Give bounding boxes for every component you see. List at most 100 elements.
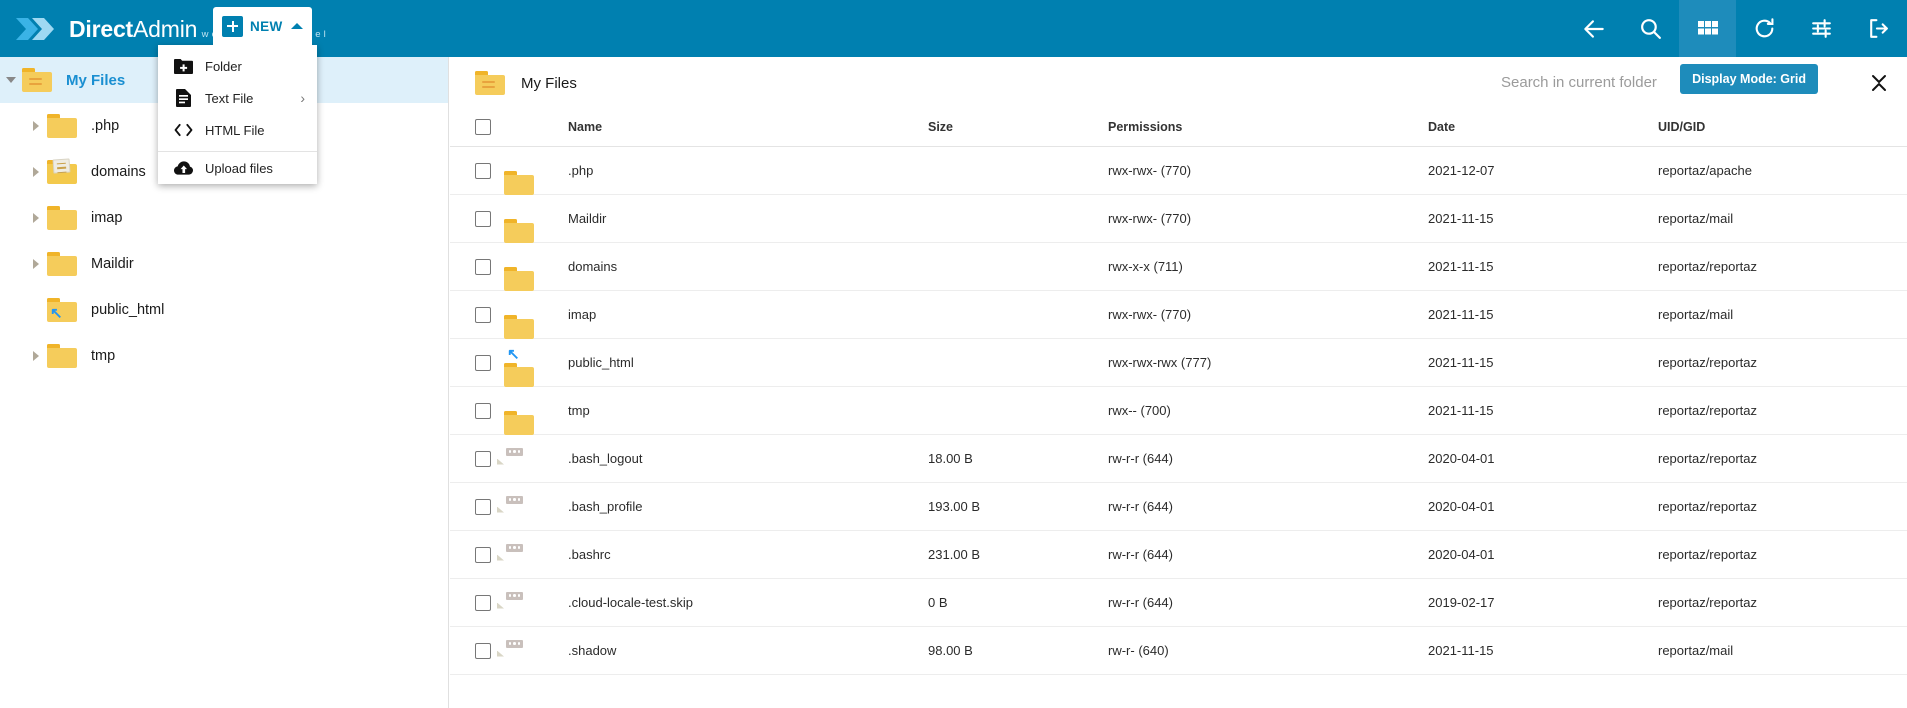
dropdown-item-label: Folder (205, 58, 242, 74)
row-icon-cell (504, 194, 568, 243)
row-uidgid: reportaz/mail (1658, 290, 1907, 339)
chevron-right-icon[interactable] (25, 259, 47, 269)
table-row[interactable]: tmp rwx-- (700) 2021-11-15 reportaz/reporta… (450, 386, 1907, 435)
row-name[interactable]: .bash_logout (568, 434, 928, 483)
folder-icon (47, 114, 81, 138)
row-date: 2020-04-01 (1428, 530, 1658, 579)
table-row[interactable]: .php rwx-rwx- (770) 2021-12-07 reportaz/apa… (450, 146, 1907, 195)
row-permissions: rw-r-r (644) (1108, 434, 1428, 483)
row-icon-cell (504, 290, 568, 339)
back-arrow-icon[interactable] (1565, 0, 1622, 57)
select-all-checkbox[interactable] (475, 119, 491, 135)
directadmin-chevrons-icon (14, 12, 60, 46)
row-checkbox[interactable] (475, 306, 491, 323)
row-permissions: rwx-rwx-rwx (777) (1108, 338, 1428, 387)
folder-icon (47, 344, 81, 368)
row-permissions: rwx-rwx- (770) (1108, 194, 1428, 243)
row-name[interactable]: Maildir (568, 194, 928, 243)
row-checkbox[interactable] (475, 594, 491, 611)
row-checkbox[interactable] (475, 450, 491, 467)
row-permissions: rwx-rwx- (770) (1108, 290, 1428, 339)
sidebar-item-maildir[interactable]: Maildir (0, 241, 448, 287)
row-name[interactable]: domains (568, 242, 928, 291)
row-name[interactable]: public_html (568, 338, 928, 387)
table-row[interactable]: imap rwx-rwx- (770) 2021-11-15 reportaz/mai… (450, 290, 1907, 339)
row-name[interactable]: .bash_profile (568, 482, 928, 531)
row-checkbox[interactable] (475, 210, 491, 227)
row-date: 2021-11-15 (1428, 338, 1658, 387)
row-name[interactable]: tmp (568, 386, 928, 435)
collapse-chevrons-icon[interactable] (1865, 69, 1893, 97)
table-row[interactable]: Maildir rwx-rwx- (770) 2021-11-15 reportaz/… (450, 194, 1907, 243)
row-checkbox[interactable] (475, 402, 491, 419)
table-row[interactable]: domains rwx-x-x (711) 2021-11-15 reportaz/r… (450, 242, 1907, 291)
row-size (928, 386, 1108, 435)
sidebar-item-imap[interactable]: imap (0, 195, 448, 241)
table-row[interactable]: .cloud-locale-test.skip 0 Brw-r-r (644) 20… (450, 578, 1907, 627)
row-uidgid: reportaz/reportaz (1658, 434, 1907, 483)
row-checkbox[interactable] (475, 354, 491, 371)
row-uidgid: reportaz/mail (1658, 194, 1907, 243)
dropdown-item-folder[interactable]: Folder (158, 50, 317, 82)
sidebar-item-label: My Files (66, 71, 126, 89)
row-date: 2021-11-15 (1428, 194, 1658, 243)
column-header-size[interactable]: Size (928, 109, 1108, 147)
row-size (928, 146, 1108, 195)
logout-icon[interactable] (1850, 0, 1907, 57)
row-size: 231.00 B (928, 530, 1108, 579)
file-table: Name Size Permissions Date UID/GID .php r… (450, 109, 1907, 675)
column-header-name[interactable]: Name (568, 109, 928, 147)
row-uidgid: reportaz/reportaz (1658, 530, 1907, 579)
row-checkbox[interactable] (475, 498, 491, 515)
new-button-label: NEW (250, 18, 283, 34)
folder-icon (47, 206, 81, 230)
dropdown-item-html-file[interactable]: HTML File (158, 114, 317, 146)
row-name[interactable]: .bashrc (568, 530, 928, 579)
row-name[interactable]: imap (568, 290, 928, 339)
grid-view-icon[interactable] (1679, 0, 1736, 57)
chevron-right-icon[interactable] (25, 213, 47, 223)
chevron-right-icon[interactable] (25, 351, 47, 361)
row-checkbox[interactable] (475, 642, 491, 659)
table-row[interactable]: .bashrc 231.00 Brw-r-r (644) 2020-04-01 rep… (450, 530, 1907, 579)
row-icon-cell (504, 242, 568, 291)
dropdown-item-text-file[interactable]: Text File › (158, 82, 317, 114)
row-permissions: rw-r-r (644) (1108, 578, 1428, 627)
code-brackets-icon (174, 121, 193, 140)
settings-sliders-icon[interactable] (1793, 0, 1850, 57)
row-icon-cell (497, 578, 568, 627)
row-uidgid: reportaz/apache (1658, 146, 1907, 195)
column-header-date[interactable]: Date (1428, 109, 1658, 147)
row-select-cell (450, 626, 504, 675)
table-row[interactable]: .bash_logout 18.00 Brw-r-r (644) 2020-04-0… (450, 434, 1907, 483)
row-checkbox[interactable] (475, 162, 491, 179)
row-name[interactable]: .php (568, 146, 928, 195)
column-header-permissions[interactable]: Permissions (1108, 109, 1428, 147)
row-icon-cell (497, 626, 568, 675)
row-permissions: rwx-- (700) (1108, 386, 1428, 435)
row-checkbox[interactable] (475, 258, 491, 275)
row-name[interactable]: .shadow (568, 626, 928, 675)
chevron-right-icon[interactable] (25, 121, 47, 131)
sidebar-item-public-html[interactable]: ↖ public_html (0, 287, 448, 333)
chevron-right-icon: › (300, 90, 305, 106)
refresh-icon[interactable] (1736, 0, 1793, 57)
table-row[interactable]: .bash_profile 193.00 Brw-r-r (644) 2020-04… (450, 482, 1907, 531)
table-row[interactable]: ↖ public_html rwx-rwx-rwx (777) 2021-11-15 r… (450, 338, 1907, 387)
row-checkbox[interactable] (475, 546, 491, 563)
row-name[interactable]: .cloud-locale-test.skip (568, 578, 928, 627)
column-header-uidgid[interactable]: UID/GID (1658, 109, 1907, 147)
row-icon-cell (497, 530, 568, 579)
new-button[interactable]: NEW (213, 7, 312, 45)
search-icon[interactable] (1622, 0, 1679, 57)
row-icon-cell (504, 386, 568, 435)
file-list-panel: My Files Search in current folder Displa… (450, 57, 1907, 708)
dropdown-item-upload-files[interactable]: Upload files (158, 152, 317, 184)
chevron-down-icon[interactable] (0, 77, 22, 83)
row-date: 2020-04-01 (1428, 482, 1658, 531)
row-uidgid: reportaz/reportaz (1658, 578, 1907, 627)
table-row[interactable]: .shadow 98.00 Brw-r- (640) 2021-11-15 repor… (450, 626, 1907, 675)
sidebar-item-label: .php (91, 118, 120, 134)
chevron-right-icon[interactable] (25, 167, 47, 177)
sidebar-item-tmp[interactable]: tmp (0, 333, 448, 379)
